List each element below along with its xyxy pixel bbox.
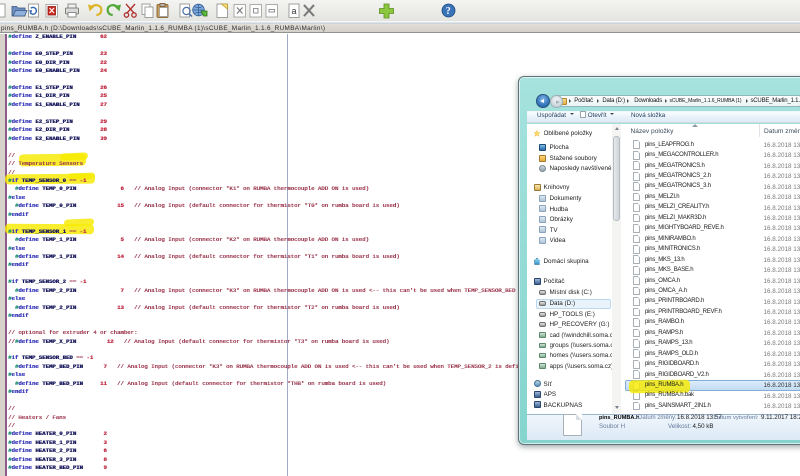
svg-text:?: ? [446, 6, 451, 17]
svg-text:a: a [292, 6, 297, 16]
